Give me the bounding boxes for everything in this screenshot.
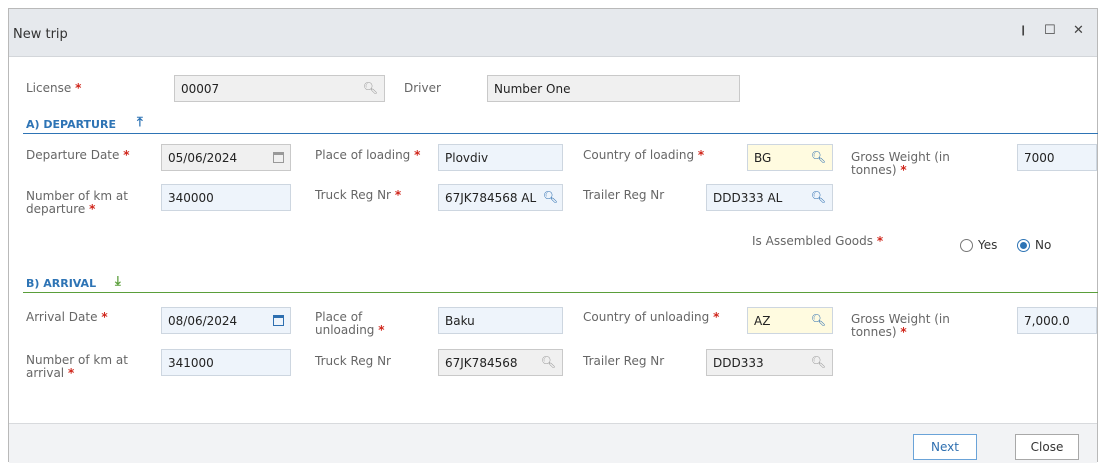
departure-gross-weight-label: Gross Weight (in tonnes) * — [851, 150, 950, 177]
departure-truck-value: 67JK784568 AL — [445, 191, 537, 205]
departure-section-header: A) DEPARTURE — [26, 118, 116, 131]
maximize-icon[interactable]: ☐ — [1044, 23, 1056, 38]
search-icon[interactable]: 🔍︎ — [363, 81, 378, 95]
departure-km-label: Number of km at departure * — [26, 189, 128, 216]
required-marker: * — [900, 325, 907, 339]
search-icon[interactable]: 🔍︎ — [541, 355, 556, 369]
required-marker: * — [697, 148, 705, 162]
country-of-loading-label: Country of loading * — [583, 148, 705, 162]
dialog-footer: Next Close — [9, 423, 1097, 463]
arrival-truck-field[interactable]: 67JK784568 🔍︎ — [438, 349, 563, 376]
driver-field[interactable]: Number One — [487, 75, 740, 102]
assembled-yes-radio[interactable] — [960, 239, 973, 252]
arrival-gross-weight-label: Gross Weight (in tonnes) * — [851, 312, 950, 339]
departure-truck-label: Truck Reg Nr * — [315, 188, 402, 202]
arrival-km-field[interactable]: 341000 — [161, 349, 291, 376]
dialog-title: New trip — [13, 27, 68, 42]
license-value: 00007 — [181, 82, 220, 96]
arrival-trailer-field[interactable]: DDD333 🔍︎ — [706, 349, 833, 376]
required-marker: * — [67, 366, 75, 380]
departure-date-field[interactable]: 05/06/2024 — [161, 144, 291, 171]
close-icon[interactable]: ✕ — [1073, 23, 1084, 38]
title-bar: New trip ❙ ☐ ✕ — [9, 9, 1097, 57]
arrival-date-field[interactable]: 08/06/2024 — [161, 307, 291, 334]
arrival-gross-weight-value: 7,000.0 — [1024, 314, 1070, 328]
search-icon[interactable]: 🔍︎ — [811, 313, 826, 327]
search-icon[interactable]: 🔍︎ — [811, 150, 826, 164]
arrival-date-label: Arrival Date * — [26, 310, 108, 324]
departure-gross-weight-field[interactable]: 7000 — [1017, 144, 1097, 171]
required-marker: * — [378, 323, 385, 337]
required-marker: * — [394, 188, 402, 202]
required-marker: * — [75, 81, 82, 95]
driver-value: Number One — [494, 82, 571, 96]
upload-icon[interactable]: ⤒ — [137, 115, 143, 130]
arrival-km-value: 341000 — [168, 356, 214, 370]
pin-icon[interactable]: ❙ — [1019, 25, 1027, 36]
assembled-yes-label[interactable]: Yes — [978, 239, 997, 252]
required-marker: * — [89, 202, 96, 216]
assembled-no-label[interactable]: No — [1035, 239, 1051, 252]
calendar-icon[interactable] — [273, 152, 284, 163]
required-marker: * — [713, 310, 720, 324]
arrival-section-header: B) ARRIVAL — [26, 277, 97, 290]
assembled-goods-label: Is Assembled Goods * — [752, 234, 884, 248]
country-of-loading-field[interactable]: BG 🔍︎ — [747, 144, 833, 171]
next-button[interactable]: Next — [913, 434, 977, 460]
place-of-unloading-value: Baku — [445, 314, 475, 328]
arrival-date-value: 08/06/2024 — [168, 314, 238, 328]
download-icon[interactable]: ⤓ — [115, 274, 121, 289]
departure-date-value: 05/06/2024 — [168, 151, 238, 165]
search-icon[interactable]: 🔍︎ — [811, 355, 826, 369]
calendar-icon[interactable] — [273, 315, 284, 326]
country-of-unloading-value: AZ — [754, 314, 771, 328]
arrival-divider — [23, 292, 1098, 293]
search-icon[interactable]: 🔍︎ — [811, 190, 826, 204]
required-marker: * — [123, 148, 130, 162]
departure-trailer-value: DDD333 AL — [713, 191, 783, 205]
departure-date-label: Departure Date * — [26, 148, 130, 162]
place-of-unloading-label: Place of unloading * — [315, 310, 385, 337]
search-icon[interactable]: 🔍︎ — [542, 190, 558, 204]
departure-km-value: 340000 — [168, 191, 214, 205]
arrival-trailer-value: DDD333 — [713, 356, 764, 370]
required-marker: * — [414, 148, 421, 162]
place-of-loading-field[interactable]: Plovdiv — [438, 144, 563, 171]
country-of-loading-value: BG — [754, 151, 772, 165]
required-marker: * — [900, 163, 907, 177]
assembled-no-radio[interactable] — [1017, 239, 1030, 252]
close-button[interactable]: Close — [1015, 434, 1079, 460]
arrival-truck-value: 67JK784568 — [445, 356, 518, 370]
arrival-trailer-label: Trailer Reg Nr — [583, 354, 665, 368]
departure-divider — [23, 133, 1098, 134]
place-of-loading-value: Plovdiv — [445, 151, 489, 165]
country-of-unloading-field[interactable]: AZ 🔍︎ — [747, 307, 833, 334]
departure-truck-field[interactable]: 67JK784568 AL 🔍︎ — [438, 184, 563, 211]
country-of-unloading-label: Country of unloading * — [583, 310, 720, 324]
departure-km-field[interactable]: 340000 — [161, 184, 291, 211]
departure-trailer-label: Trailer Reg Nr — [583, 188, 665, 202]
departure-gross-weight-value: 7000 — [1024, 151, 1055, 165]
arrival-truck-label: Truck Reg Nr — [315, 354, 391, 368]
required-marker: * — [876, 234, 884, 248]
new-trip-dialog: New trip ❙ ☐ ✕ License * 00007 🔍︎ Driver… — [8, 8, 1098, 463]
required-marker: * — [101, 310, 108, 324]
departure-trailer-field[interactable]: DDD333 AL 🔍︎ — [706, 184, 833, 211]
arrival-gross-weight-field[interactable]: 7,000.0 — [1017, 307, 1097, 334]
license-label: License * — [26, 81, 82, 95]
arrival-km-label: Number of km at arrival * — [26, 353, 128, 380]
driver-label: Driver — [404, 81, 441, 95]
license-field[interactable]: 00007 🔍︎ — [174, 75, 385, 102]
place-of-unloading-field[interactable]: Baku — [438, 307, 563, 334]
place-of-loading-label: Place of loading * — [315, 148, 421, 162]
